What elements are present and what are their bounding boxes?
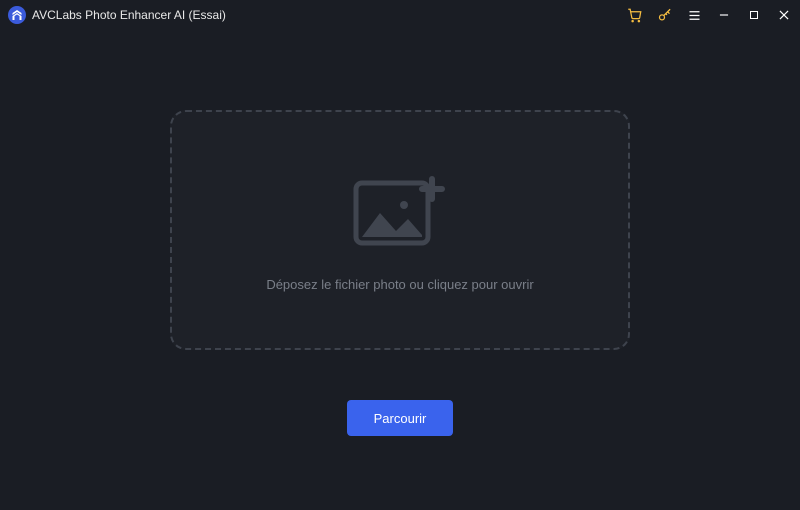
browse-button[interactable]: Parcourir: [347, 400, 453, 436]
main-area: Déposez le fichier photo ou cliquez pour…: [0, 30, 800, 510]
image-placeholder-icon: [350, 169, 450, 249]
app-title: AVCLabs Photo Enhancer AI (Essai): [32, 8, 226, 22]
maximize-icon[interactable]: [746, 7, 762, 23]
titlebar-left: AVCLabs Photo Enhancer AI (Essai): [8, 6, 226, 24]
key-icon[interactable]: [656, 7, 672, 23]
close-icon[interactable]: [776, 7, 792, 23]
dropzone[interactable]: Déposez le fichier photo ou cliquez pour…: [170, 110, 630, 350]
titlebar-right: [626, 7, 792, 23]
cart-icon[interactable]: [626, 7, 642, 23]
titlebar: AVCLabs Photo Enhancer AI (Essai): [0, 0, 800, 30]
minimize-icon[interactable]: [716, 7, 732, 23]
app-logo-icon: [8, 6, 26, 24]
menu-icon[interactable]: [686, 7, 702, 23]
dropzone-hint: Déposez le fichier photo ou cliquez pour…: [266, 277, 533, 292]
